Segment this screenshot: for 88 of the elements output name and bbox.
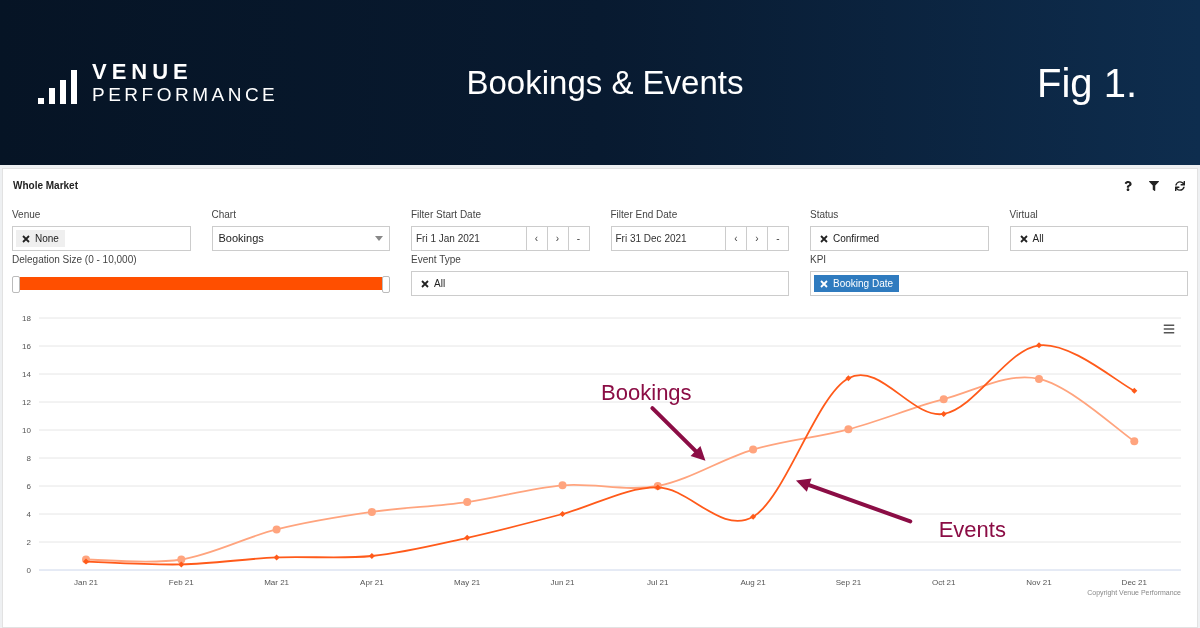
circle-marker	[844, 425, 853, 434]
circle-marker	[463, 498, 472, 507]
date-step-button[interactable]: ‹	[526, 226, 548, 251]
y-tick-label: 6	[26, 482, 31, 491]
diamond-marker	[940, 410, 947, 417]
filter-icon[interactable]	[1149, 180, 1159, 191]
date-step-button[interactable]: ‹	[726, 226, 747, 251]
x-tick-label: Aug 21	[740, 578, 766, 587]
circle-marker	[1130, 437, 1139, 446]
filter-tag[interactable]: Booking Date	[814, 275, 900, 292]
filter-label: Filter End Date	[610, 209, 679, 221]
y-tick-label: 10	[22, 426, 31, 435]
tag-field[interactable]: Booking Date	[810, 271, 1188, 296]
circle-marker	[367, 507, 376, 516]
panel-title: Whole Market	[13, 179, 78, 193]
y-tick-label: 14	[22, 370, 31, 379]
circle-marker	[749, 445, 758, 454]
diamond-marker	[464, 534, 471, 541]
tag-field[interactable]: None	[12, 226, 191, 251]
slider-handle[interactable]	[12, 276, 20, 293]
x-tick-label: Sep 21	[835, 578, 862, 587]
date-step-button[interactable]: -	[568, 226, 590, 251]
filter-label: Status	[810, 209, 840, 221]
x-tick-label: Apr 21	[360, 578, 384, 587]
logo-bars-icon	[38, 70, 78, 104]
date-step-button[interactable]: ›	[747, 226, 768, 251]
filter-tag[interactable]: None	[16, 230, 65, 247]
y-tick-label: 8	[26, 454, 31, 463]
date-field[interactable]: Fri 1 Jan 2021	[411, 226, 527, 251]
diamond-marker	[273, 554, 280, 561]
page-title: Bookings & Events	[465, 62, 745, 103]
y-tick-label: 12	[22, 398, 31, 407]
circle-marker	[939, 395, 948, 404]
diamond-marker	[178, 561, 185, 568]
diamond-marker	[1036, 342, 1042, 349]
y-tick-label: 4	[26, 510, 31, 519]
y-tick-label: 16	[22, 342, 31, 351]
diamond-marker	[845, 375, 852, 382]
remove-icon[interactable]	[820, 234, 828, 243]
y-tick-label: 0	[26, 566, 31, 575]
diamond-marker	[368, 553, 375, 559]
caret-icon	[375, 236, 383, 241]
diamond-marker	[559, 511, 566, 517]
x-tick-label: Oct 21	[931, 578, 956, 587]
circle-marker	[1035, 374, 1043, 383]
x-tick-label: Jan 21	[74, 578, 98, 587]
y-tick-label: 2	[26, 538, 31, 547]
diamond-marker	[83, 558, 89, 565]
filter-label: Virtual	[1009, 209, 1039, 221]
y-tick-label: 18	[22, 314, 31, 323]
tag-field[interactable]: All	[1009, 226, 1188, 251]
logo-text: VENUE	[92, 61, 194, 83]
x-tick-label: Nov 21	[1026, 578, 1052, 587]
x-tick-label: Mar 21	[264, 578, 290, 587]
figure-label: Fig 1.	[1035, 59, 1138, 107]
tag-field[interactable]: Confirmed	[810, 226, 989, 251]
circle-marker	[177, 555, 186, 564]
tag-field[interactable]: All	[411, 271, 789, 296]
filter-label: Filter Start Date	[411, 209, 483, 221]
circle-marker	[558, 481, 567, 490]
x-tick-label: May 21	[454, 578, 481, 587]
filter-label: Chart	[211, 209, 237, 221]
x-tick-label: Feb 21	[168, 578, 194, 587]
menu-icon[interactable]	[1163, 323, 1175, 335]
annotation-label: Bookings	[601, 380, 692, 406]
remove-icon[interactable]	[421, 279, 429, 288]
remove-icon[interactable]	[1019, 234, 1028, 243]
refresh-icon[interactable]	[1175, 180, 1185, 191]
x-tick-label: Jul 21	[647, 578, 669, 587]
x-tick-label: Dec 21	[1121, 578, 1147, 587]
help-icon[interactable]	[1123, 180, 1133, 191]
diamond-marker	[1131, 387, 1138, 394]
filter-label: KPI	[810, 254, 828, 266]
remove-icon[interactable]	[22, 234, 30, 243]
circle-marker	[272, 525, 281, 534]
filter-label: Venue	[12, 209, 42, 221]
annotation-label: Events	[938, 517, 1006, 543]
chart-dropdown[interactable]: Bookings	[211, 226, 390, 251]
date-step-button[interactable]: ›	[547, 226, 569, 251]
x-tick-label: Jun 21	[550, 578, 575, 587]
slider-handle[interactable]	[382, 276, 390, 293]
annotation-arrow	[650, 406, 706, 461]
date-step-button[interactable]: -	[768, 226, 789, 251]
filter-label: Event Type	[411, 254, 462, 266]
diamond-marker	[750, 513, 757, 520]
filter-label: Delegation Size (0 - 10,000)	[12, 254, 138, 266]
logo-text: PERFORMANCE	[92, 85, 279, 104]
date-field[interactable]: Fri 31 Dec 2021	[610, 226, 726, 251]
